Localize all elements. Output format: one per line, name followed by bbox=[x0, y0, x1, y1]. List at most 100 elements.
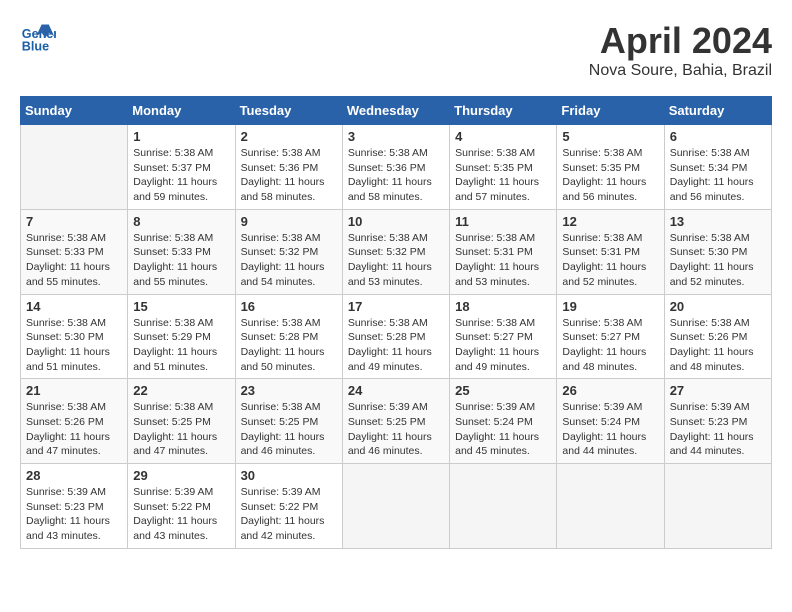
day-cell: 2 Sunrise: 5:38 AM Sunset: 5:36 PM Daylig… bbox=[235, 125, 342, 210]
day-cell: 21 Sunrise: 5:38 AM Sunset: 5:26 PM Dayli… bbox=[21, 379, 128, 464]
day-number: 1 bbox=[133, 129, 229, 144]
day-cell: 3 Sunrise: 5:38 AM Sunset: 5:36 PM Daylig… bbox=[342, 125, 449, 210]
day-info: Sunrise: 5:39 AM Sunset: 5:23 PM Dayligh… bbox=[670, 400, 766, 459]
day-cell: 4 Sunrise: 5:38 AM Sunset: 5:35 PM Daylig… bbox=[450, 125, 557, 210]
day-number: 17 bbox=[348, 299, 444, 314]
day-cell: 10 Sunrise: 5:38 AM Sunset: 5:32 PM Dayli… bbox=[342, 209, 449, 294]
day-number: 16 bbox=[241, 299, 337, 314]
day-cell: 25 Sunrise: 5:39 AM Sunset: 5:24 PM Dayli… bbox=[450, 379, 557, 464]
calendar-body: 1 Sunrise: 5:38 AM Sunset: 5:37 PM Daylig… bbox=[21, 125, 772, 549]
day-info: Sunrise: 5:38 AM Sunset: 5:27 PM Dayligh… bbox=[455, 316, 551, 375]
day-info: Sunrise: 5:38 AM Sunset: 5:30 PM Dayligh… bbox=[670, 231, 766, 290]
week-row-1: 1 Sunrise: 5:38 AM Sunset: 5:37 PM Daylig… bbox=[21, 125, 772, 210]
header-row: SundayMondayTuesdayWednesdayThursdayFrid… bbox=[21, 97, 772, 125]
day-cell: 23 Sunrise: 5:38 AM Sunset: 5:25 PM Dayli… bbox=[235, 379, 342, 464]
day-cell: 8 Sunrise: 5:38 AM Sunset: 5:33 PM Daylig… bbox=[128, 209, 235, 294]
location-subtitle: Nova Soure, Bahia, Brazil bbox=[589, 62, 772, 80]
day-number: 21 bbox=[26, 383, 122, 398]
day-cell: 14 Sunrise: 5:38 AM Sunset: 5:30 PM Dayli… bbox=[21, 294, 128, 379]
day-number: 10 bbox=[348, 214, 444, 229]
logo-icon: General Blue bbox=[20, 20, 56, 56]
day-cell: 1 Sunrise: 5:38 AM Sunset: 5:37 PM Daylig… bbox=[128, 125, 235, 210]
svg-text:Blue: Blue bbox=[22, 40, 49, 54]
day-info: Sunrise: 5:39 AM Sunset: 5:25 PM Dayligh… bbox=[348, 400, 444, 459]
day-number: 24 bbox=[348, 383, 444, 398]
day-number: 30 bbox=[241, 468, 337, 483]
header-cell-wednesday: Wednesday bbox=[342, 97, 449, 125]
header-cell-saturday: Saturday bbox=[664, 97, 771, 125]
day-info: Sunrise: 5:39 AM Sunset: 5:23 PM Dayligh… bbox=[26, 485, 122, 544]
day-number: 8 bbox=[133, 214, 229, 229]
day-cell bbox=[342, 464, 449, 549]
day-info: Sunrise: 5:39 AM Sunset: 5:22 PM Dayligh… bbox=[241, 485, 337, 544]
day-info: Sunrise: 5:38 AM Sunset: 5:35 PM Dayligh… bbox=[455, 146, 551, 205]
day-cell bbox=[664, 464, 771, 549]
day-number: 12 bbox=[562, 214, 658, 229]
day-info: Sunrise: 5:38 AM Sunset: 5:27 PM Dayligh… bbox=[562, 316, 658, 375]
day-number: 27 bbox=[670, 383, 766, 398]
day-number: 14 bbox=[26, 299, 122, 314]
day-number: 2 bbox=[241, 129, 337, 144]
day-number: 29 bbox=[133, 468, 229, 483]
day-cell: 20 Sunrise: 5:38 AM Sunset: 5:26 PM Dayli… bbox=[664, 294, 771, 379]
day-info: Sunrise: 5:38 AM Sunset: 5:30 PM Dayligh… bbox=[26, 316, 122, 375]
day-cell: 6 Sunrise: 5:38 AM Sunset: 5:34 PM Daylig… bbox=[664, 125, 771, 210]
day-cell: 19Sunrise: 5:38 AM Sunset: 5:27 PM Dayli… bbox=[557, 294, 664, 379]
day-cell: 29 Sunrise: 5:39 AM Sunset: 5:22 PM Dayli… bbox=[128, 464, 235, 549]
week-row-3: 14 Sunrise: 5:38 AM Sunset: 5:30 PM Dayli… bbox=[21, 294, 772, 379]
day-cell bbox=[450, 464, 557, 549]
day-info: Sunrise: 5:38 AM Sunset: 5:32 PM Dayligh… bbox=[348, 231, 444, 290]
day-info: Sunrise: 5:38 AM Sunset: 5:33 PM Dayligh… bbox=[133, 231, 229, 290]
day-info: Sunrise: 5:38 AM Sunset: 5:36 PM Dayligh… bbox=[348, 146, 444, 205]
day-cell: 26Sunrise: 5:39 AM Sunset: 5:24 PM Dayli… bbox=[557, 379, 664, 464]
day-number: 18 bbox=[455, 299, 551, 314]
day-number: 28 bbox=[26, 468, 122, 483]
day-info: Sunrise: 5:38 AM Sunset: 5:34 PM Dayligh… bbox=[670, 146, 766, 205]
week-row-2: 7Sunrise: 5:38 AM Sunset: 5:33 PM Daylig… bbox=[21, 209, 772, 294]
day-number: 25 bbox=[455, 383, 551, 398]
day-cell: 22Sunrise: 5:38 AM Sunset: 5:25 PM Dayli… bbox=[128, 379, 235, 464]
day-cell: 30 Sunrise: 5:39 AM Sunset: 5:22 PM Dayli… bbox=[235, 464, 342, 549]
day-info: Sunrise: 5:39 AM Sunset: 5:24 PM Dayligh… bbox=[455, 400, 551, 459]
day-info: Sunrise: 5:39 AM Sunset: 5:22 PM Dayligh… bbox=[133, 485, 229, 544]
day-info: Sunrise: 5:38 AM Sunset: 5:26 PM Dayligh… bbox=[26, 400, 122, 459]
day-cell: 7Sunrise: 5:38 AM Sunset: 5:33 PM Daylig… bbox=[21, 209, 128, 294]
day-cell: 27 Sunrise: 5:39 AM Sunset: 5:23 PM Dayli… bbox=[664, 379, 771, 464]
day-number: 6 bbox=[670, 129, 766, 144]
day-info: Sunrise: 5:38 AM Sunset: 5:26 PM Dayligh… bbox=[670, 316, 766, 375]
day-info: Sunrise: 5:38 AM Sunset: 5:32 PM Dayligh… bbox=[241, 231, 337, 290]
day-number: 22 bbox=[133, 383, 229, 398]
header-cell-monday: Monday bbox=[128, 97, 235, 125]
day-number: 4 bbox=[455, 129, 551, 144]
day-number: 9 bbox=[241, 214, 337, 229]
title-area: April 2024 Nova Soure, Bahia, Brazil bbox=[589, 20, 772, 80]
day-info: Sunrise: 5:38 AM Sunset: 5:25 PM Dayligh… bbox=[241, 400, 337, 459]
day-info: Sunrise: 5:38 AM Sunset: 5:31 PM Dayligh… bbox=[562, 231, 658, 290]
day-cell: 9 Sunrise: 5:38 AM Sunset: 5:32 PM Daylig… bbox=[235, 209, 342, 294]
day-cell bbox=[557, 464, 664, 549]
day-info: Sunrise: 5:38 AM Sunset: 5:31 PM Dayligh… bbox=[455, 231, 551, 290]
week-row-4: 21 Sunrise: 5:38 AM Sunset: 5:26 PM Dayli… bbox=[21, 379, 772, 464]
day-cell: 15Sunrise: 5:38 AM Sunset: 5:29 PM Dayli… bbox=[128, 294, 235, 379]
day-number: 11 bbox=[455, 214, 551, 229]
day-info: Sunrise: 5:38 AM Sunset: 5:36 PM Dayligh… bbox=[241, 146, 337, 205]
day-info: Sunrise: 5:39 AM Sunset: 5:24 PM Dayligh… bbox=[562, 400, 658, 459]
day-cell bbox=[21, 125, 128, 210]
header: General Blue April 2024 Nova Soure, Bahi… bbox=[20, 20, 772, 80]
header-cell-sunday: Sunday bbox=[21, 97, 128, 125]
day-number: 15 bbox=[133, 299, 229, 314]
logo: General Blue bbox=[20, 20, 56, 56]
day-cell: 12 Sunrise: 5:38 AM Sunset: 5:31 PM Dayli… bbox=[557, 209, 664, 294]
day-number: 13 bbox=[670, 214, 766, 229]
day-cell: 28 Sunrise: 5:39 AM Sunset: 5:23 PM Dayli… bbox=[21, 464, 128, 549]
day-cell: 17Sunrise: 5:38 AM Sunset: 5:28 PM Dayli… bbox=[342, 294, 449, 379]
day-number: 3 bbox=[348, 129, 444, 144]
day-cell: 24 Sunrise: 5:39 AM Sunset: 5:25 PM Dayli… bbox=[342, 379, 449, 464]
day-number: 20 bbox=[670, 299, 766, 314]
day-cell: 18 Sunrise: 5:38 AM Sunset: 5:27 PM Dayli… bbox=[450, 294, 557, 379]
day-info: Sunrise: 5:38 AM Sunset: 5:37 PM Dayligh… bbox=[133, 146, 229, 205]
day-info: Sunrise: 5:38 AM Sunset: 5:35 PM Dayligh… bbox=[562, 146, 658, 205]
day-info: Sunrise: 5:38 AM Sunset: 5:28 PM Dayligh… bbox=[241, 316, 337, 375]
month-year-title: April 2024 bbox=[589, 20, 772, 62]
day-number: 23 bbox=[241, 383, 337, 398]
